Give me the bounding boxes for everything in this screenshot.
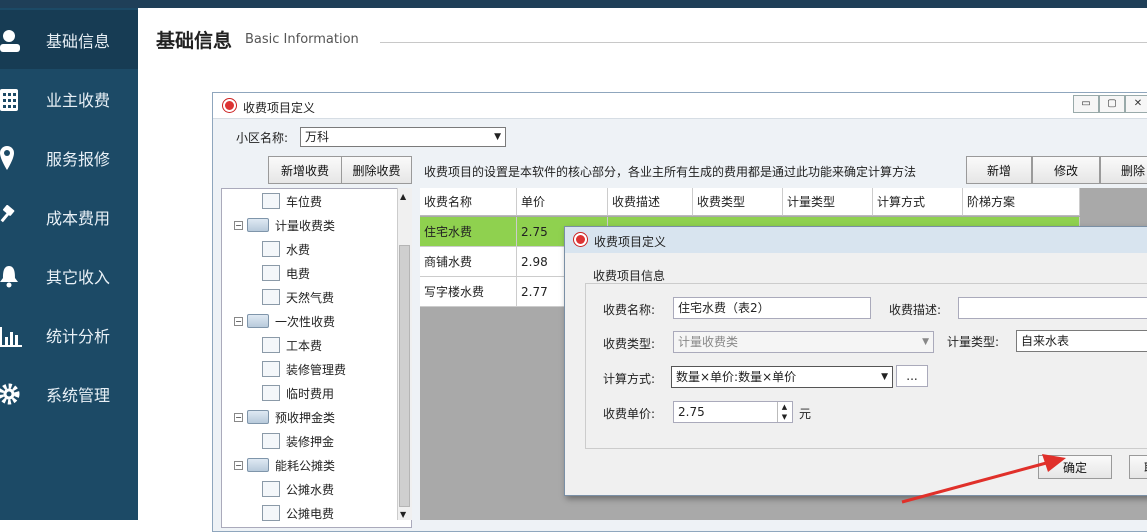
annotation-arrow	[901, 454, 1066, 504]
